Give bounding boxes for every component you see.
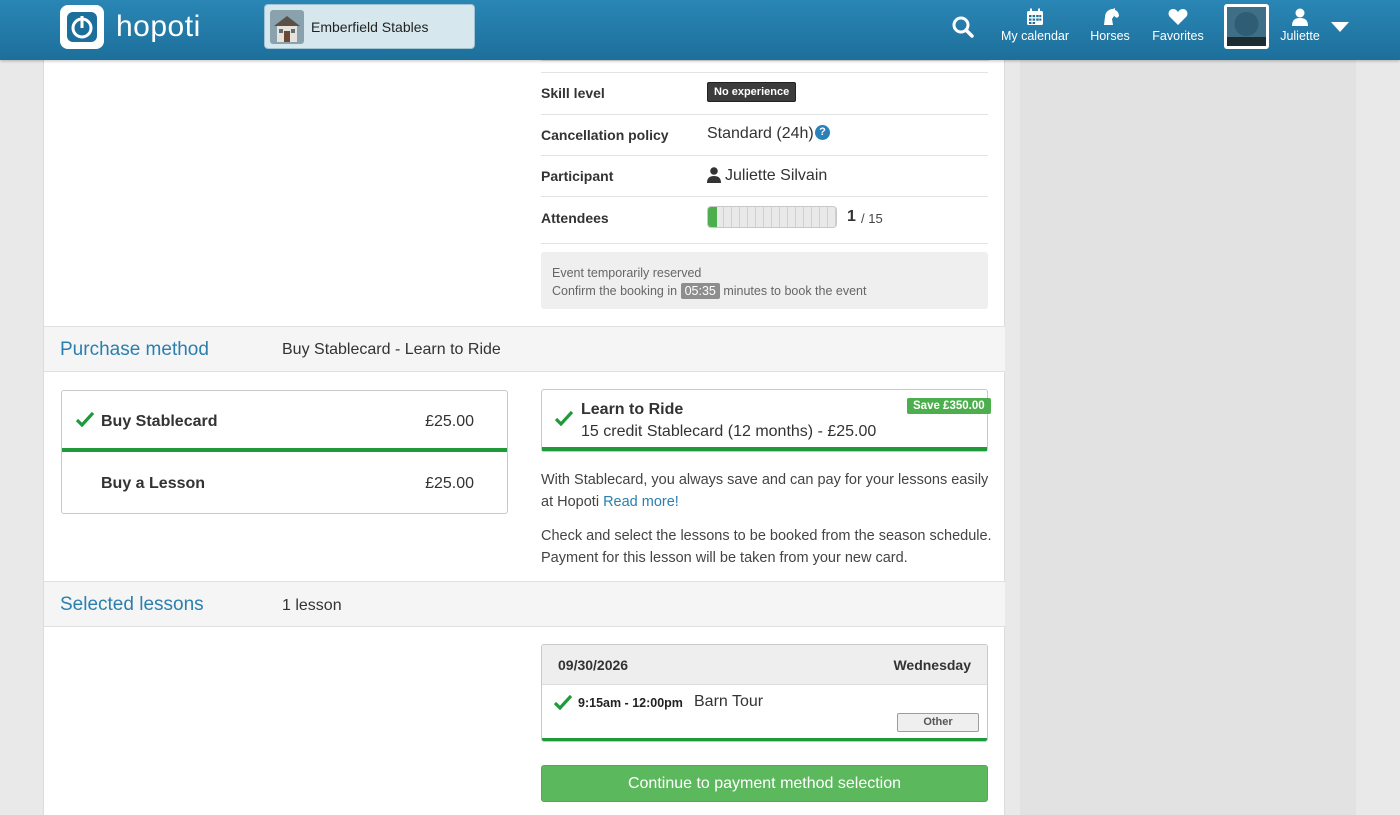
purchase-options-list: Buy Stablecard £25.00 Buy a Lesson £25.0… [61,390,508,514]
cancellation-policy-value: Standard (24h) [707,125,814,142]
purchase-method-section-header: Purchase method Buy Stablecard - Learn t… [44,326,1005,372]
chevron-down-icon[interactable] [1330,20,1350,32]
calendar-icon [1027,8,1043,25]
lesson-card: 09/30/2026 Wednesday 9:15am - 12:00pm Ba… [541,644,988,742]
participant-name: Juliette Silvain [725,167,828,184]
check-icon [555,410,573,426]
nav-horses-label: Horses [1090,29,1130,43]
divider [541,114,988,115]
reservation-timer-line: Confirm the booking in 05:35 minutes to … [552,282,977,300]
option-label: Buy Stablecard [101,413,218,430]
reservation-suffix: minutes to book the event [723,284,867,298]
attendees-total: / 15 [861,211,883,226]
selected-lessons-section-header: Selected lessons 1 lesson [44,581,1005,627]
lesson-weekday: Wednesday [893,657,971,673]
user-avatar[interactable] [1224,4,1269,49]
reservation-status: Event temporarily reserved [552,266,702,280]
lesson-name: Barn Tour [694,693,764,710]
lesson-date-header: 09/30/2026 Wednesday [542,645,987,685]
stablecard-title: Learn to Ride [581,401,684,418]
nav-my-calendar[interactable]: My calendar [1000,8,1070,43]
reservation-prefix: Confirm the booking in [552,284,678,298]
purchase-method-title: Purchase method [60,339,209,360]
check-icon [554,694,572,710]
hopoti-logo[interactable]: hopoti [60,5,201,49]
divider [541,243,988,244]
lesson-category-tag: Other [897,713,979,732]
read-more-link[interactable]: Read more! [603,494,679,510]
participant-label: Participant [541,168,614,184]
attendees-progress-fill [708,207,717,227]
cancellation-policy-label: Cancellation policy [541,127,669,143]
option-buy-a-lesson[interactable]: Buy a Lesson £25.00 [62,452,507,513]
selected-lessons-title: Selected lessons [60,594,204,615]
nav-favorites[interactable]: Favorites [1150,8,1206,43]
stable-selector[interactable]: Emberfield Stables [264,4,475,49]
skill-level-label: Skill level [541,85,605,101]
nav-user-menu[interactable]: Juliette [1278,8,1322,43]
divider [541,155,988,156]
countdown-timer: 05:35 [680,283,720,299]
option-buy-stablecard[interactable]: Buy Stablecard £25.00 [62,391,507,452]
option-price: £25.00 [425,475,474,492]
lesson-date: 09/30/2026 [558,657,629,673]
option-label: Buy a Lesson [101,475,206,492]
stablecard-description: 15 credit Stablecard (12 months) - £25.0… [581,423,877,440]
selected-indicator [542,738,987,741]
person-icon [707,167,721,183]
user-icon [1292,8,1308,26]
purchase-method-summary: Buy Stablecard - Learn to Ride [282,341,501,358]
right-side-panel [1020,60,1356,815]
nav-user-label: Juliette [1280,29,1320,43]
divider [541,196,988,197]
help-icon[interactable]: ? [815,125,830,140]
stable-name: Emberfield Stables [311,18,429,35]
nav-horses[interactable]: Horses [1088,8,1132,43]
attendees-progress-bar [707,206,837,228]
savings-badge: Save £350.00 [907,398,991,414]
attendees-count: 1 [847,208,856,225]
heart-icon [1168,9,1188,25]
selected-indicator [542,447,987,451]
stablecard-info-text: With Stablecard, you always save and can… [541,469,996,513]
lesson-time: 9:15am - 12:00pm [578,696,683,710]
divider [541,72,988,73]
attendees-label: Attendees [541,210,609,226]
app-name: hopoti [116,10,201,43]
option-price: £25.00 [425,413,474,430]
stable-image [270,9,304,44]
logo-power-icon [60,5,104,49]
search-icon[interactable] [950,14,976,40]
check-icon [76,411,94,427]
lesson-selection-info: Check and select the lessons to be booke… [541,528,992,566]
selected-lessons-count: 1 lesson [282,597,342,614]
nav-favorites-label: Favorites [1152,29,1204,43]
continue-to-payment-button[interactable]: Continue to payment method selection [541,765,988,802]
horse-head-icon [1104,8,1119,25]
top-navigation-bar: hopoti Emberfield Stables My calendar Ho… [0,0,1400,60]
skill-level-badge: No experience [707,82,797,102]
reservation-notice: Event temporarily reserved Confirm the b… [541,252,988,309]
nav-my-calendar-label: My calendar [1000,29,1070,43]
